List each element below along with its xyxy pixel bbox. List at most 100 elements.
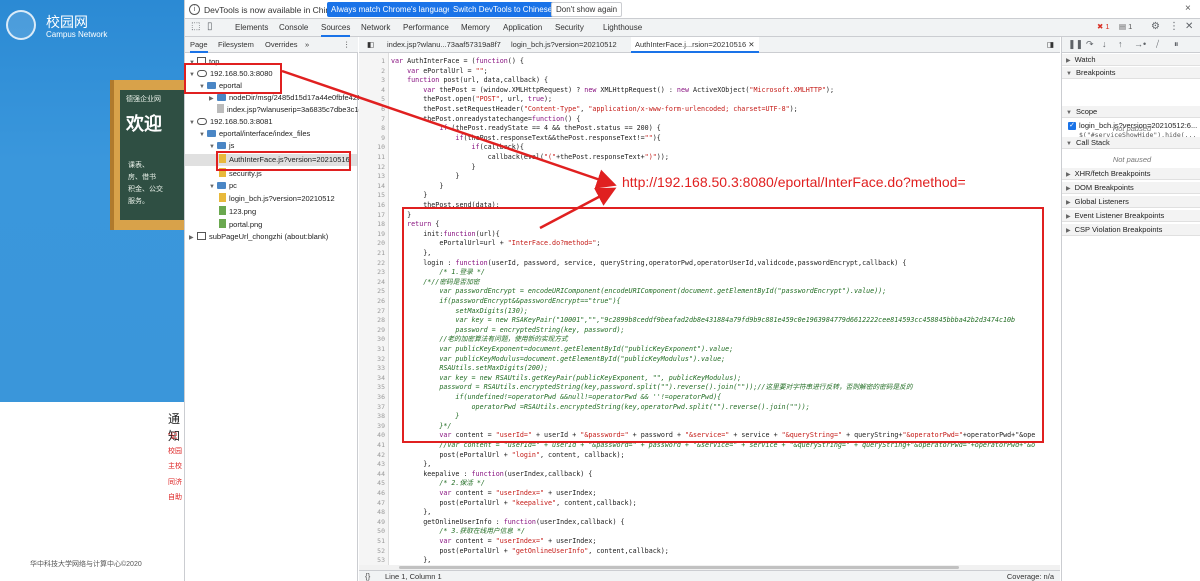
line-number[interactable]: 29 [377,326,385,336]
notice-link[interactable]: 同济 [168,477,182,487]
pane-csp-breakpoints[interactable]: ▶ CSP Violation Breakpoints [1062,224,1200,236]
line-number[interactable]: 11 [377,153,385,163]
tab-sources[interactable]: Sources [321,19,351,37]
line-number[interactable]: 6 [381,105,385,115]
tree-item-index-files[interactable]: ▼ eportal/interface/index_files [199,128,310,140]
line-number[interactable]: 44 [377,470,385,480]
step-icon[interactable]: →• [1134,39,1146,49]
pane-global-listeners[interactable]: ▶ Global Listeners [1062,196,1200,208]
line-number[interactable]: 49 [377,518,385,528]
line-number[interactable]: 52 [377,547,385,557]
line-number[interactable]: 39 [377,422,385,432]
pane-event-listener-breakpoints[interactable]: ▶ Event Listener Breakpoints [1062,210,1200,222]
line-number[interactable]: 45 [377,479,385,489]
inspect-element-icon[interactable]: ⬚ [191,21,200,32]
message-count-badge[interactable]: ▤ 1 [1119,22,1132,31]
error-count-badge[interactable]: ✖ 1 [1097,22,1110,31]
tab-page[interactable]: Page [190,37,208,53]
scrollbar-thumb[interactable] [399,566,959,569]
code-area[interactable]: var AuthInterFace = (function() { var eP… [391,53,1060,565]
notice-link[interactable]: 自助 [168,492,182,502]
switch-language-button[interactable]: Switch DevTools to Chinese [449,2,557,17]
line-number[interactable]: 30 [377,335,385,345]
device-toolbar-icon[interactable]: ▯ [207,21,213,32]
line-number[interactable]: 20 [377,239,385,249]
line-number[interactable]: 18 [377,220,385,230]
line-number[interactable]: 15 [377,191,385,201]
close-tab-icon[interactable]: ✕ [748,40,754,49]
tree-item-index-jsp[interactable]: index.jsp?wlanuserip=3a6835c7dbe3c1df [217,104,365,116]
line-number[interactable]: 38 [377,412,385,422]
pretty-print-button[interactable]: {} [365,571,370,581]
pause-on-exceptions-icon[interactable]: ⏸ [1174,39,1179,50]
line-number[interactable]: 26 [377,297,385,307]
close-icon[interactable]: × [1185,3,1191,14]
line-number[interactable]: 36 [377,393,385,403]
line-number[interactable]: 23 [377,268,385,278]
tab-memory[interactable]: Memory [461,19,490,37]
line-number[interactable]: 37 [377,403,385,413]
line-number[interactable]: 31 [377,345,385,355]
line-number[interactable]: 46 [377,489,385,499]
editor-tab-index-jsp[interactable]: index.jsp?wlanu...73aaf57319a8f7 [387,37,501,53]
line-number[interactable]: 43 [377,460,385,470]
match-language-button[interactable]: Always match Chrome's language [327,2,456,17]
line-number[interactable]: 21 [377,249,385,259]
line-number[interactable]: 34 [377,374,385,384]
line-number[interactable]: 50 [377,527,385,537]
line-number[interactable]: 17 [377,211,385,221]
line-number[interactable]: 48 [377,508,385,518]
tree-item-eportal[interactable]: ▼ eportal [199,80,242,92]
notice-link[interactable]: 校园 [168,446,182,456]
line-number[interactable]: 7 [381,115,385,125]
pane-call-stack[interactable]: ▼ Call Stack [1062,137,1200,149]
settings-gear-icon[interactable]: ⚙ [1151,21,1160,32]
toggle-navigator-icon[interactable]: ◧ [367,37,374,53]
editor-tab-authinterface[interactable]: AuthInterFace.j...rsion=20210516 ✕ [631,37,759,53]
line-number[interactable]: 33 [377,364,385,374]
navigator-menu-icon[interactable]: ⋮ [343,37,351,53]
tab-application[interactable]: Application [503,19,542,37]
line-number[interactable]: 5 [381,95,385,105]
line-number[interactable]: 14 [377,182,385,192]
line-number[interactable]: 4 [381,86,385,96]
line-number[interactable]: 32 [377,355,385,365]
tree-item-origin-8081[interactable]: ▼ 192.168.50.3:8081 [189,116,273,128]
more-tabs-icon[interactable]: » [305,37,309,53]
tree-item-origin-8080[interactable]: ▼ 192.168.50.3:8080 [189,68,273,80]
pane-breakpoints[interactable]: ▼ Breakpoints [1062,67,1200,79]
tab-elements[interactable]: Elements [235,19,268,37]
tab-performance[interactable]: Performance [403,19,449,37]
line-number[interactable]: 8 [381,124,385,134]
line-number[interactable]: 42 [377,451,385,461]
line-number[interactable]: 28 [377,316,385,326]
tree-item-authinterface[interactable]: AuthInterFace.js?version=20210516 [185,154,357,166]
line-number[interactable]: 3 [381,76,385,86]
tree-item-top[interactable]: ▼ top [189,56,219,68]
notice-link[interactable]: “记 [168,431,177,441]
line-number[interactable]: 24 [377,278,385,288]
line-number[interactable]: 35 [377,383,385,393]
tab-overrides[interactable]: Overrides [265,37,298,53]
tree-item-security-js[interactable]: security.js [219,168,262,180]
editor-tab-login-bch[interactable]: login_bch.js?version=20210512 [511,37,617,53]
step-out-icon[interactable]: ↑ [1118,39,1123,49]
line-number[interactable]: 51 [377,537,385,547]
dont-show-again-button[interactable]: Don't show again [551,2,623,17]
pane-scope[interactable]: ▼ Scope [1062,106,1200,118]
line-number[interactable]: 19 [377,230,385,240]
line-number[interactable]: 2 [381,67,385,77]
line-number[interactable]: 41 [377,441,385,451]
tab-lighthouse[interactable]: Lighthouse [603,19,642,37]
pause-icon[interactable]: ❚❚ [1068,39,1083,50]
step-over-icon[interactable]: ↷ [1086,39,1094,50]
close-devtools-icon[interactable]: ✕ [1185,21,1193,32]
line-number[interactable]: 1 [381,57,385,67]
tab-network[interactable]: Network [361,19,390,37]
line-number[interactable]: 10 [377,143,385,153]
more-options-icon[interactable]: ⋮ [1169,21,1179,32]
toggle-debugger-icon[interactable]: ◨ [1047,37,1054,53]
tab-security[interactable]: Security [555,19,584,37]
line-number[interactable]: 9 [381,134,385,144]
notice-link[interactable]: 主校 [168,461,182,471]
